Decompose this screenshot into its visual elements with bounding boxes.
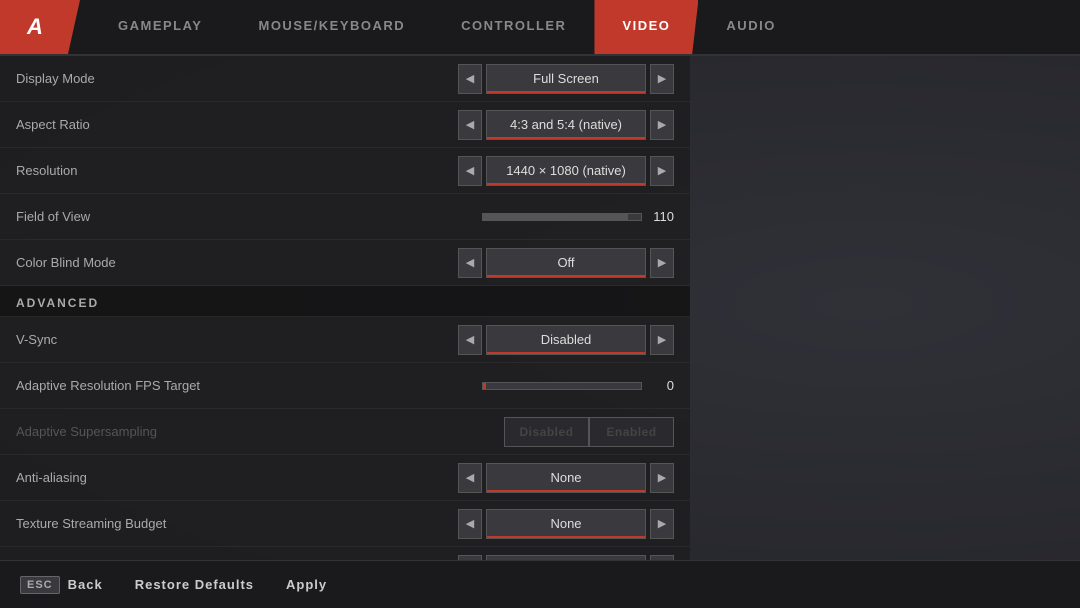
tab-video[interactable]: VIDEO [594, 0, 698, 54]
setting-row-anti-aliasing: Anti-aliasing ◀ None ▶ [0, 455, 690, 501]
resolution-value: 1440 × 1080 (native) [486, 156, 646, 186]
back-button[interactable]: ESC Back [20, 576, 103, 594]
apex-logo: A [27, 14, 43, 40]
setting-control-aspect-ratio: ◀ 4:3 and 5:4 (native) ▶ [458, 110, 674, 140]
tab-controller[interactable]: CONTROLLER [433, 0, 594, 54]
setting-row-aspect-ratio: Aspect Ratio ◀ 4:3 and 5:4 (native) ▶ [0, 102, 690, 148]
restore-defaults-label: Restore Defaults [135, 577, 254, 592]
setting-label-resolution: Resolution [16, 163, 458, 178]
setting-label-adaptive-fps: Adaptive Resolution FPS Target [16, 378, 482, 393]
texture-budget-prev-btn[interactable]: ◀ [458, 509, 482, 539]
back-label: Back [68, 577, 103, 592]
fov-slider-fill [483, 214, 628, 220]
app-container: A GAMEPLAY MOUSE/KEYBOARD CONTROLLER VID… [0, 0, 1080, 608]
setting-row-display-mode: Display Mode ◀ Full Screen ▶ [0, 56, 690, 102]
vsync-value: Disabled [486, 325, 646, 355]
adaptive-super-toggle: Disabled Enabled [504, 417, 674, 447]
setting-control-anti-aliasing: ◀ None ▶ [458, 463, 674, 493]
right-panel [690, 56, 1080, 560]
esc-key-badge: ESC [20, 576, 60, 594]
header: A GAMEPLAY MOUSE/KEYBOARD CONTROLLER VID… [0, 0, 1080, 56]
adaptive-fps-value: 0 [650, 378, 674, 393]
resolution-next-btn[interactable]: ▶ [650, 156, 674, 186]
setting-control-color-blind: ◀ Off ▶ [458, 248, 674, 278]
setting-label-color-blind: Color Blind Mode [16, 255, 458, 270]
setting-label-fov: Field of View [16, 209, 482, 224]
vsync-prev-btn[interactable]: ◀ [458, 325, 482, 355]
color-blind-prev-btn[interactable]: ◀ [458, 248, 482, 278]
setting-row-vsync: V-Sync ◀ Disabled ▶ [0, 317, 690, 363]
adaptive-fps-slider-fill [483, 383, 486, 389]
anti-aliasing-value: None [486, 463, 646, 493]
setting-control-adaptive-super: Disabled Enabled [504, 417, 674, 447]
apply-button[interactable]: Apply [286, 577, 327, 592]
setting-control-fov: 110 [482, 209, 674, 224]
display-mode-prev-btn[interactable]: ◀ [458, 64, 482, 94]
settings-panel: Display Mode ◀ Full Screen ▶ Aspect Rati… [0, 56, 690, 560]
setting-control-resolution: ◀ 1440 × 1080 (native) ▶ [458, 156, 674, 186]
tab-gameplay[interactable]: GAMEPLAY [90, 0, 230, 54]
color-blind-value: Off [486, 248, 646, 278]
setting-row-fov: Field of View 110 [0, 194, 690, 240]
setting-row-texture-budget: Texture Streaming Budget ◀ None ▶ [0, 501, 690, 547]
adaptive-super-disabled-btn[interactable]: Disabled [504, 417, 589, 447]
setting-row-texture-filter: Texture Filtering ◀ Bilinear ▶ [0, 547, 690, 560]
anti-aliasing-prev-btn[interactable]: ◀ [458, 463, 482, 493]
setting-label-adaptive-super: Adaptive Supersampling [16, 424, 504, 439]
advanced-section-header: ADVANCED [0, 286, 690, 317]
setting-control-display-mode: ◀ Full Screen ▶ [458, 64, 674, 94]
resolution-prev-btn[interactable]: ◀ [458, 156, 482, 186]
setting-label-anti-aliasing: Anti-aliasing [16, 470, 458, 485]
color-blind-next-btn[interactable]: ▶ [650, 248, 674, 278]
setting-control-texture-filter: ◀ Bilinear ▶ [458, 555, 674, 561]
texture-filter-value: Bilinear [486, 555, 646, 561]
restore-defaults-button[interactable]: Restore Defaults [135, 577, 254, 592]
aspect-ratio-next-btn[interactable]: ▶ [650, 110, 674, 140]
nav-tabs: GAMEPLAY MOUSE/KEYBOARD CONTROLLER VIDEO… [90, 0, 1080, 54]
vsync-next-btn[interactable]: ▶ [650, 325, 674, 355]
setting-row-adaptive-super: Adaptive Supersampling Disabled Enabled [0, 409, 690, 455]
anti-aliasing-next-btn[interactable]: ▶ [650, 463, 674, 493]
fov-value: 110 [650, 209, 674, 224]
bottom-bar: ESC Back Restore Defaults Apply [0, 560, 1080, 608]
adaptive-fps-slider-track[interactable] [482, 382, 642, 390]
fov-slider-track[interactable] [482, 213, 642, 221]
aspect-ratio-value: 4:3 and 5:4 (native) [486, 110, 646, 140]
logo-area: A [0, 0, 80, 54]
setting-label-aspect-ratio: Aspect Ratio [16, 117, 458, 132]
fov-slider-wrapper: 110 [482, 209, 674, 224]
texture-budget-next-btn[interactable]: ▶ [650, 509, 674, 539]
apply-label: Apply [286, 577, 327, 592]
tab-mouse-keyboard[interactable]: MOUSE/KEYBOARD [230, 0, 433, 54]
display-mode-value: Full Screen [486, 64, 646, 94]
setting-label-vsync: V-Sync [16, 332, 458, 347]
aspect-ratio-prev-btn[interactable]: ◀ [458, 110, 482, 140]
tab-audio[interactable]: AUDIO [698, 0, 803, 54]
setting-label-display-mode: Display Mode [16, 71, 458, 86]
setting-row-resolution: Resolution ◀ 1440 × 1080 (native) ▶ [0, 148, 690, 194]
setting-label-texture-budget: Texture Streaming Budget [16, 516, 458, 531]
setting-row-color-blind: Color Blind Mode ◀ Off ▶ [0, 240, 690, 286]
texture-budget-value: None [486, 509, 646, 539]
setting-control-texture-budget: ◀ None ▶ [458, 509, 674, 539]
adaptive-super-enabled-btn[interactable]: Enabled [589, 417, 674, 447]
display-mode-next-btn[interactable]: ▶ [650, 64, 674, 94]
main-content: Display Mode ◀ Full Screen ▶ Aspect Rati… [0, 56, 1080, 560]
setting-control-vsync: ◀ Disabled ▶ [458, 325, 674, 355]
setting-row-adaptive-fps: Adaptive Resolution FPS Target 0 [0, 363, 690, 409]
adaptive-fps-slider-wrapper: 0 [482, 378, 674, 393]
setting-control-adaptive-fps: 0 [482, 378, 674, 393]
